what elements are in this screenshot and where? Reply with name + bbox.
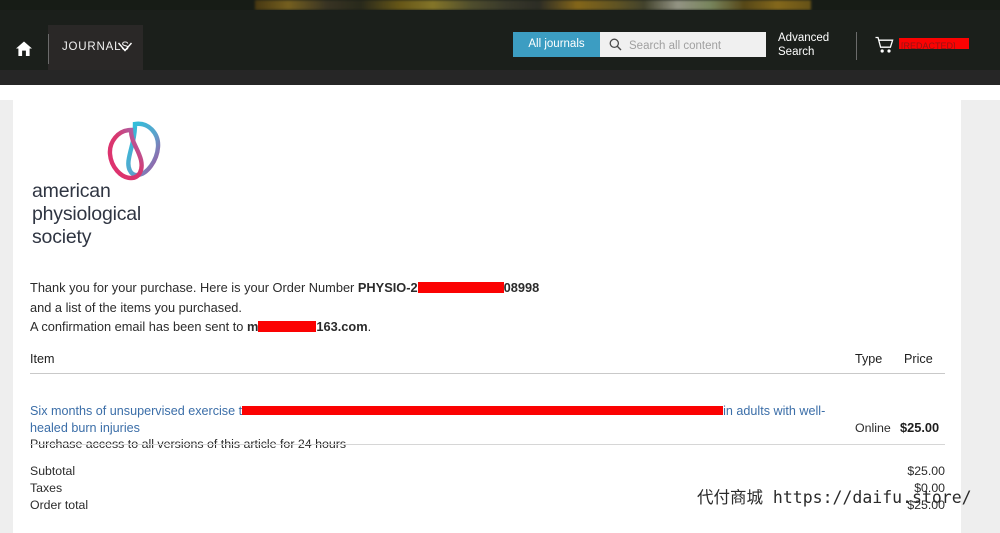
site-header: JOURNALS All journals Advanced Search [R… bbox=[0, 10, 1000, 75]
cart-icon[interactable] bbox=[875, 36, 895, 54]
aps-logo-text: american physiological society bbox=[32, 180, 141, 249]
gutter-left bbox=[0, 100, 13, 533]
column-header-price: Price bbox=[904, 352, 933, 366]
home-icon[interactable] bbox=[14, 39, 34, 59]
email-redaction bbox=[258, 321, 317, 333]
gutter-right bbox=[961, 100, 1000, 533]
item-title-link[interactable]: Six months of unsupervised exercise t in … bbox=[30, 403, 830, 436]
hero-image bbox=[255, 0, 811, 10]
subtotal-value: $25.00 bbox=[907, 464, 945, 478]
column-header-type: Type bbox=[855, 352, 883, 366]
watermark-overlay: 代付商城 https://daifu.store/ bbox=[697, 488, 972, 507]
search-box[interactable] bbox=[600, 32, 766, 59]
order-number-prefix: PHYSIO-2 bbox=[357, 280, 418, 295]
item-type: Online bbox=[855, 421, 891, 435]
aps-logo-line-1: american bbox=[32, 180, 111, 202]
confirmation-line-3-prefix: A confirmation email has been sent to bbox=[30, 319, 247, 334]
search-scope-button[interactable]: All journals bbox=[513, 32, 600, 57]
email-suffix: 163.com bbox=[316, 319, 368, 334]
order-number-redaction bbox=[417, 282, 504, 294]
nav-divider-right bbox=[856, 32, 857, 60]
chevron-down-icon[interactable] bbox=[117, 40, 133, 52]
column-header-item: Item bbox=[30, 352, 55, 366]
confirmation-line-1-prefix: Thank you for your purchase. Here is you… bbox=[30, 280, 358, 295]
search-icon bbox=[609, 38, 622, 51]
aps-logo: american physiological society bbox=[32, 118, 202, 248]
hero-image-strip bbox=[0, 0, 1000, 10]
taxes-label: Taxes bbox=[30, 481, 63, 495]
order-number-suffix: 08998 bbox=[503, 280, 540, 295]
item-price: $25.00 bbox=[900, 420, 940, 435]
table-header-row: Item Type Price bbox=[30, 352, 945, 374]
totals-divider bbox=[30, 444, 945, 445]
table-row: Six months of unsupervised exercise t in … bbox=[30, 374, 945, 451]
confirmation-line-3-period: . bbox=[367, 319, 372, 334]
aps-logo-line-2: physiological bbox=[32, 203, 142, 225]
advanced-search-link[interactable]: Advanced Search bbox=[778, 31, 838, 59]
search-input[interactable] bbox=[627, 32, 761, 59]
item-title-prefix: Six months of unsupervised exercise t bbox=[30, 404, 243, 418]
confirmation-line-2: and a list of the items you purchased. bbox=[30, 299, 242, 315]
order-items-table: Item Type Price Six months of unsupervis… bbox=[30, 352, 945, 451]
cart-account-label-redacted[interactable]: [REDACTED] bbox=[899, 38, 969, 49]
aps-logo-line-3: society bbox=[32, 226, 92, 248]
totals-row-subtotal: Subtotal $25.00 bbox=[30, 464, 945, 481]
nav-divider-left bbox=[48, 34, 49, 64]
item-title-redaction bbox=[242, 406, 724, 416]
order-confirmation-message: Thank you for your purchase. Here is you… bbox=[30, 278, 730, 337]
order-total-label: Order total bbox=[30, 498, 89, 512]
header-subbar bbox=[0, 70, 1000, 85]
subtotal-label: Subtotal bbox=[30, 464, 76, 478]
aps-logo-mark-icon bbox=[102, 118, 164, 186]
email-prefix: m bbox=[246, 319, 259, 334]
